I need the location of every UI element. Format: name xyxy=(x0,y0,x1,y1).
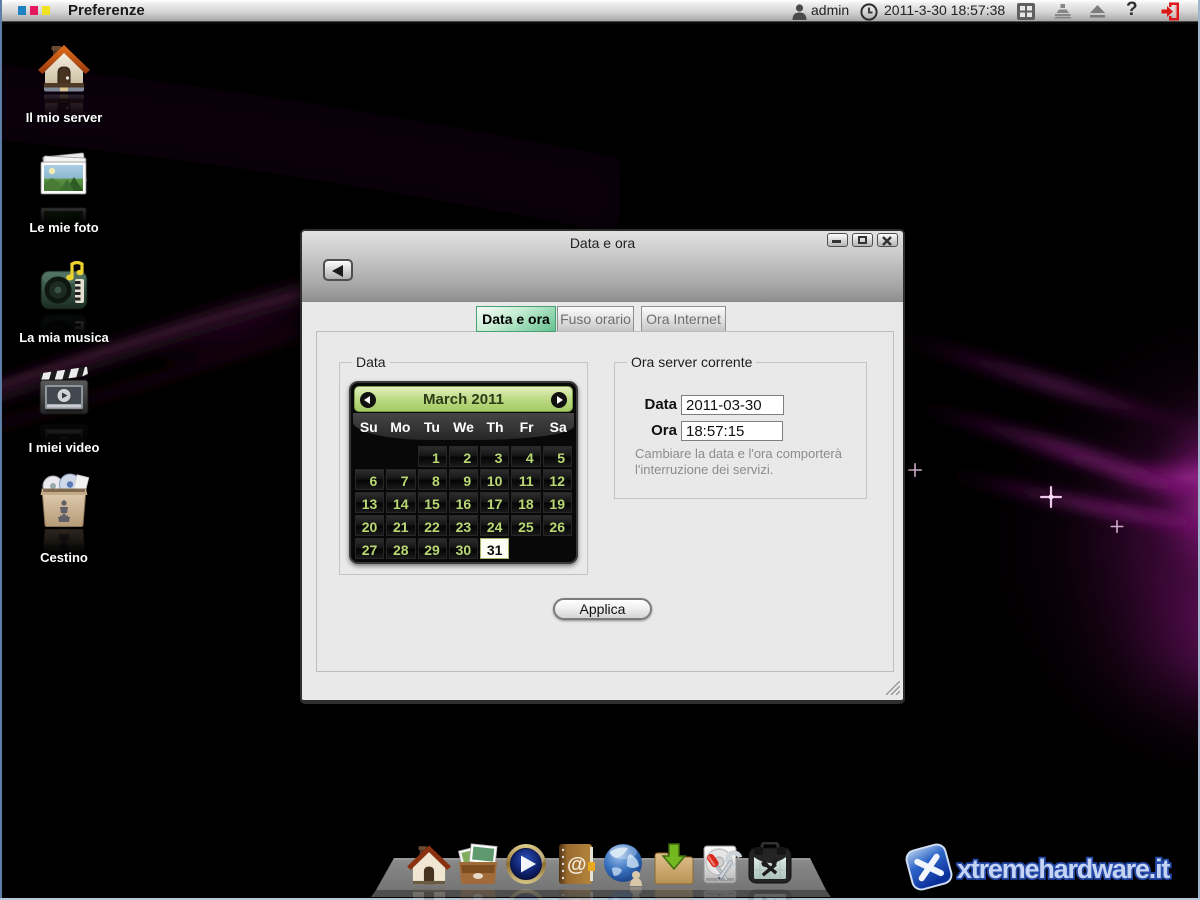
svg-text:@: @ xyxy=(567,854,587,876)
svg-text:xtremehardware.it: xtremehardware.it xyxy=(957,854,1170,884)
